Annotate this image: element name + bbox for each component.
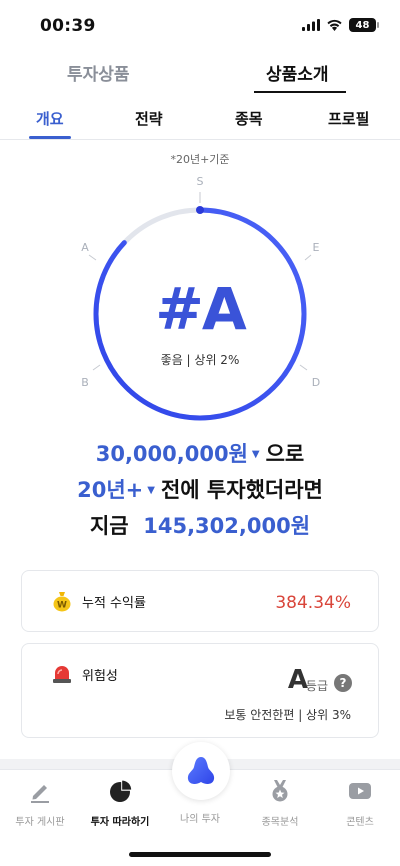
risk-description: 보통 안전한편 | 상위 3% bbox=[224, 708, 351, 722]
gauge-marker-dot bbox=[196, 206, 204, 214]
my-investment-button[interactable] bbox=[172, 742, 230, 800]
gauge-tick-e bbox=[304, 254, 312, 261]
status-icons: 48 bbox=[302, 18, 379, 32]
top-tab-indicator bbox=[254, 91, 346, 93]
result-line: 지금 145,302,000원 bbox=[0, 510, 400, 540]
pencil-icon bbox=[31, 785, 49, 803]
grade-value: #A bbox=[155, 275, 247, 343]
nav-label: 콘텐츠 bbox=[346, 817, 374, 828]
pie-chart-icon bbox=[110, 780, 132, 802]
amount-suffix: 으로 bbox=[265, 442, 305, 466]
gauge-mark-e: E bbox=[313, 241, 320, 254]
nav-label: 투자 게시판 bbox=[15, 817, 65, 828]
period-caret-icon[interactable]: ▼ bbox=[147, 485, 155, 496]
wifi-icon bbox=[327, 19, 342, 31]
top-tabs: 투자상품 상품소개 bbox=[0, 50, 400, 98]
sub-tab-indicator bbox=[29, 136, 71, 139]
risk-grade-unit: 등급 bbox=[305, 679, 328, 693]
play-icon bbox=[349, 783, 371, 799]
help-icon[interactable]: ? bbox=[334, 674, 352, 692]
blob-logo-icon bbox=[187, 757, 215, 784]
nav-label: 투자 따라하기 bbox=[90, 817, 150, 828]
status-bar: 00:39 48 bbox=[0, 0, 400, 50]
cumulative-return-card: W 누적 수익률 384.34% bbox=[21, 570, 379, 632]
subtab-profile[interactable]: 프로필 bbox=[328, 108, 369, 129]
cellular-signal-icon bbox=[302, 19, 320, 31]
period-suffix: 전에 투자했더라면 bbox=[160, 478, 323, 502]
gauge-mark-s: S bbox=[197, 175, 204, 188]
gauge-mark-a: A bbox=[81, 241, 89, 254]
battery-icon: 48 bbox=[349, 18, 379, 32]
nav-follow-investing[interactable]: 투자 따라하기 bbox=[80, 778, 160, 828]
subtab-holdings[interactable]: 종목 bbox=[235, 108, 263, 129]
risk-label: 위험성 bbox=[82, 669, 118, 684]
amount-selector[interactable]: 30,000,000원 bbox=[96, 442, 248, 466]
money-bag-icon: W bbox=[53, 592, 71, 612]
subtab-strategy[interactable]: 전략 bbox=[135, 108, 163, 129]
medal-icon bbox=[272, 780, 288, 802]
svg-text:W: W bbox=[57, 601, 67, 611]
cumulative-return-label: 누적 수익률 bbox=[82, 596, 146, 611]
grade-description: 좋음 | 상위 2% bbox=[160, 353, 240, 367]
gauge-mark-d: D bbox=[312, 376, 320, 389]
subtab-overview[interactable]: 개요 bbox=[36, 108, 64, 129]
tab-product-intro[interactable]: 상품소개 bbox=[266, 60, 329, 85]
gauge-tick-a bbox=[88, 254, 97, 261]
nav-label: 종목분석 bbox=[261, 817, 299, 828]
period-selector[interactable]: 20년+ bbox=[77, 478, 143, 502]
siren-icon bbox=[53, 666, 71, 683]
nav-stock-analysis[interactable]: 종목분석 bbox=[240, 778, 320, 828]
result-prefix: 지금 bbox=[89, 514, 129, 538]
nav-contents[interactable]: 콘텐츠 bbox=[320, 778, 400, 828]
risk-card: 위험성 A 등급 ? 보통 안전한편 | 상위 3% bbox=[21, 643, 379, 738]
investment-period-line: 20년+ ▼ 전에 투자했더라면 bbox=[0, 474, 400, 504]
nav-investment-board[interactable]: 투자 게시판 bbox=[0, 778, 80, 828]
cumulative-return-value: 384.34% bbox=[275, 593, 351, 613]
tab-investment-products[interactable]: 투자상품 bbox=[67, 60, 130, 85]
investment-amount-line: 30,000,000원 ▼ 으로 bbox=[0, 438, 400, 468]
gauge-mark-b: B bbox=[81, 376, 89, 389]
home-indicator bbox=[129, 852, 271, 857]
result-amount: 145,302,000원 bbox=[143, 514, 311, 538]
nav-my-investment-label[interactable]: 나의 투자 bbox=[160, 810, 240, 825]
sub-tabs: 개요 전략 종목 프로필 bbox=[0, 100, 400, 140]
amount-caret-icon[interactable]: ▼ bbox=[252, 449, 260, 460]
status-time: 00:39 bbox=[40, 16, 96, 36]
